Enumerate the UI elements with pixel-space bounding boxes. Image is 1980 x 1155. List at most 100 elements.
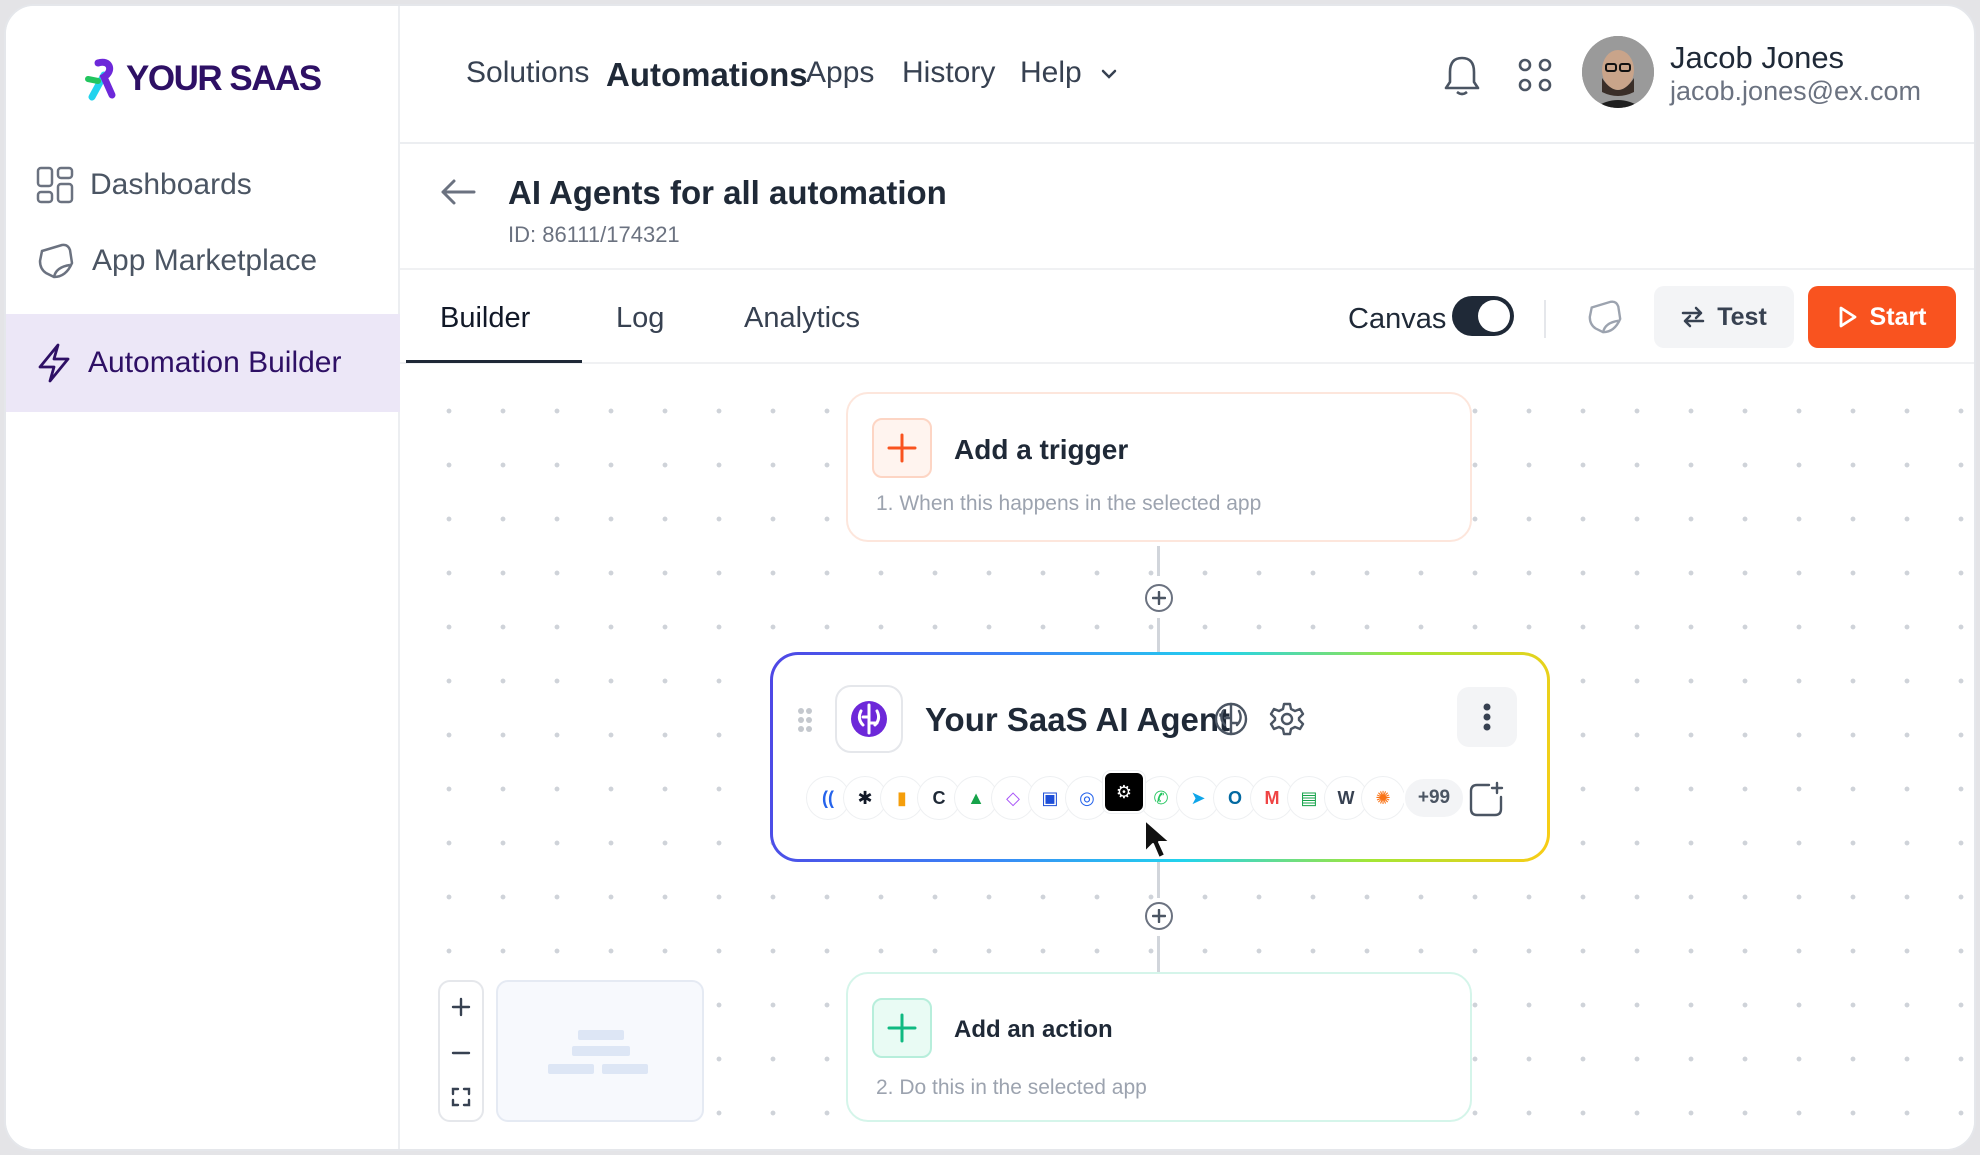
lightning-icon	[38, 343, 70, 383]
sidebar-item-automation-builder[interactable]: Automation Builder	[6, 314, 400, 412]
zoom-out-button[interactable]	[440, 1030, 482, 1076]
trigger-title: Add a trigger	[954, 434, 1129, 465]
agent-avatar	[835, 685, 903, 753]
ribbon-logo-icon	[85, 58, 116, 101]
mouse-cursor-icon	[1144, 819, 1171, 859]
user-name: Jacob Jones	[1670, 40, 1845, 75]
ads-app-icon[interactable]: ▲	[955, 777, 997, 819]
top-navigation: Solutions Automations Apps History Help	[400, 6, 1974, 144]
tab-log[interactable]: Log	[616, 302, 664, 335]
nav-solutions[interactable]: Solutions	[466, 56, 589, 90]
wordpress-app-icon[interactable]: W	[1325, 777, 1367, 819]
start-button-label: Start	[1869, 302, 1927, 331]
apps-grid-icon[interactable]	[1518, 58, 1552, 92]
chevron-down-icon	[1101, 69, 1117, 79]
more-options-button[interactable]	[1457, 687, 1517, 747]
sticker-icon	[38, 243, 74, 279]
canvas-minimap[interactable]	[496, 980, 704, 1122]
telegram-app-icon[interactable]: ➤	[1177, 777, 1219, 819]
start-button[interactable]: Start	[1808, 286, 1956, 348]
canvas-toggle-label: Canvas	[1348, 303, 1447, 335]
connector-line	[1157, 936, 1160, 972]
divider	[400, 268, 1974, 270]
trello-app-icon[interactable]: ▣	[1029, 777, 1071, 819]
minimap-node	[548, 1064, 594, 1074]
minimap-node	[578, 1030, 624, 1040]
minus-icon	[451, 1051, 471, 1055]
add-trigger-button[interactable]	[872, 418, 932, 478]
nav-automations[interactable]: Automations	[606, 56, 808, 94]
sidebar-item-label: Automation Builder	[88, 346, 342, 379]
fit-view-button[interactable]	[440, 1074, 482, 1120]
user-email: jacob.jones@ex.com	[1670, 76, 1922, 106]
sticker-icon[interactable]	[1586, 298, 1624, 336]
plus-icon	[451, 997, 471, 1017]
ring-app-icon[interactable]: ◎	[1066, 777, 1108, 819]
nav-apps[interactable]: Apps	[806, 56, 874, 90]
hubspot-app-icon[interactable]: ✺	[1362, 777, 1404, 819]
active-tab-indicator	[406, 360, 582, 363]
sidebar-item-label: Dashboards	[90, 168, 252, 201]
plus-icon	[1152, 909, 1166, 923]
tab-builder[interactable]: Builder	[440, 302, 530, 335]
divider	[1544, 300, 1546, 338]
clickup-app-icon[interactable]: ◇	[992, 777, 1034, 819]
page-id: ID: 86111/174321	[508, 222, 680, 247]
plus-icon	[1152, 591, 1166, 605]
brain-outline-icon[interactable]	[1213, 701, 1249, 737]
sidebar-item-app-marketplace[interactable]: App Marketplace	[6, 226, 400, 296]
sidebar-item-dashboards[interactable]: Dashboards	[6, 150, 400, 220]
sheets-app-icon[interactable]: ▤	[1288, 777, 1330, 819]
sidebar: YOUR SAAS Dashboards App Marketplace Aut…	[6, 6, 400, 1149]
page-title: AI Agents for all automation	[508, 174, 947, 211]
connector-line	[1157, 618, 1160, 652]
wave-app-icon[interactable]: ((	[807, 777, 849, 819]
back-arrow-icon[interactable]	[440, 178, 476, 206]
minimap-node	[572, 1046, 630, 1056]
more-apps-badge[interactable]: +99	[1403, 777, 1465, 819]
connector-line	[1157, 862, 1160, 898]
nav-help-label: Help	[1020, 56, 1082, 89]
insert-step-button[interactable]	[1145, 902, 1173, 930]
tab-analytics[interactable]: Analytics	[744, 302, 860, 335]
canvas-toggle[interactable]	[1452, 296, 1514, 336]
openai-app-icon[interactable]: ⚙	[1103, 771, 1145, 813]
trigger-card[interactable]: Add a trigger 1. When this happens in th…	[846, 392, 1472, 542]
play-icon	[1839, 306, 1856, 328]
outlook-app-icon[interactable]: O	[1214, 777, 1256, 819]
insert-step-button[interactable]	[1145, 584, 1173, 612]
nav-help[interactable]: Help	[1020, 56, 1118, 90]
trigger-subtitle: 1. When this happens in the selected app	[876, 492, 1262, 515]
zoom-controls	[438, 980, 484, 1122]
gmail-app-icon[interactable]: M	[1251, 777, 1293, 819]
sidebar-item-label: App Marketplace	[92, 244, 318, 277]
action-title: Add an action	[954, 1016, 1113, 1043]
gear-icon[interactable]	[1269, 701, 1305, 737]
kebab-menu-icon	[1483, 703, 1491, 731]
drag-handle-icon[interactable]	[797, 707, 813, 733]
dark-c-app-icon[interactable]: C	[918, 777, 960, 819]
brain-icon	[851, 701, 887, 737]
bell-icon[interactable]	[1444, 54, 1480, 96]
grid-icon	[36, 166, 74, 204]
zoom-in-button[interactable]	[440, 984, 482, 1030]
add-app-icon[interactable]	[1467, 781, 1505, 819]
asterisk-app-icon[interactable]: ✱	[844, 777, 886, 819]
action-subtitle: 2. Do this in the selected app	[876, 1076, 1147, 1099]
user-photo-icon	[1582, 36, 1654, 108]
brand-logo[interactable]: YOUR SAAS	[84, 54, 322, 104]
brand-name: YOUR SAAS	[126, 59, 322, 98]
agent-title: Your SaaS AI Agent	[925, 701, 1230, 738]
plus-icon	[887, 433, 917, 463]
analytics-app-icon[interactable]: ▮	[881, 777, 923, 819]
whatsapp-app-icon[interactable]: ✆	[1140, 777, 1182, 819]
avatar[interactable]	[1582, 36, 1654, 108]
plus-icon	[887, 1013, 917, 1043]
test-button[interactable]: Test	[1654, 286, 1794, 348]
fullscreen-icon	[451, 1087, 471, 1107]
add-action-button[interactable]	[872, 998, 932, 1058]
connected-apps-list: ((✱ ▮ C ▲ ◇ ▣ ◎ ⚙ ✆ ➤ O M ▤ W ✺ +99	[807, 771, 1465, 823]
action-card[interactable]: Add an action 2. Do this in the selected…	[846, 972, 1472, 1122]
connector-line	[1157, 546, 1160, 576]
nav-history[interactable]: History	[902, 56, 995, 90]
